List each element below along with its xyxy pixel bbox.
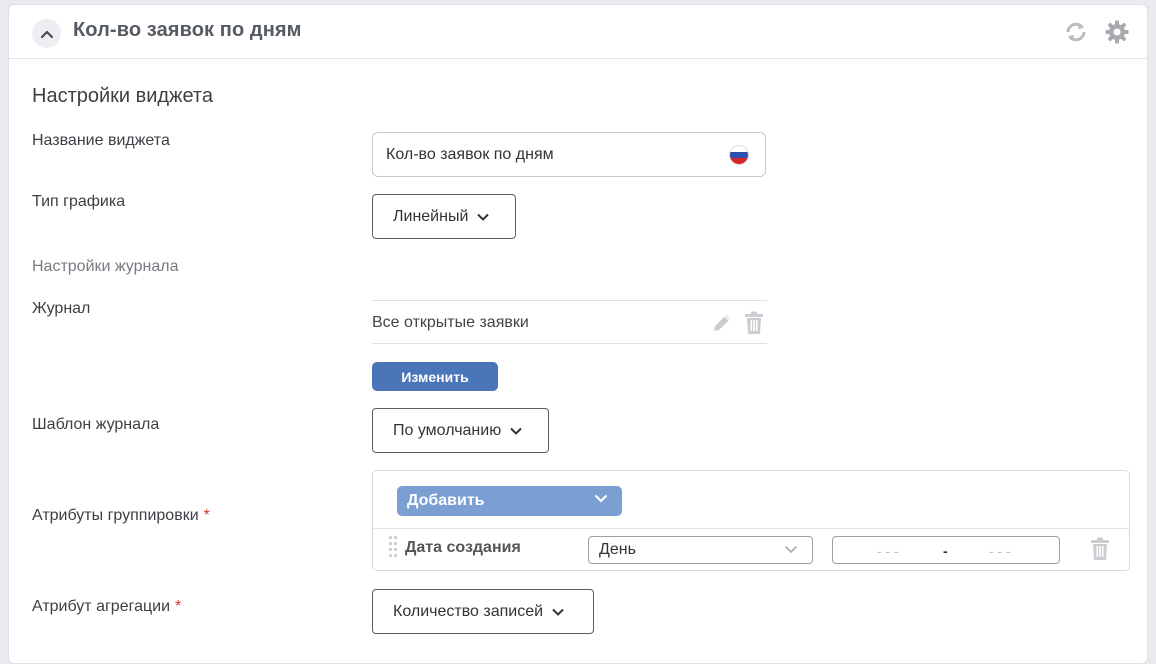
trash-icon[interactable] [1089,537,1111,561]
edit-icon[interactable] [710,311,734,335]
journal-template-select[interactable]: По умолчанию [372,408,549,453]
grouping-attributes-label: Атрибуты группировки * [32,507,210,525]
add-button-label: Добавить [407,492,485,509]
section-title: Настройки виджета [32,85,213,107]
required-mark: * [175,598,182,615]
aggregation-attribute-label: Атрибут агрегации * [32,598,181,616]
aggregation-value: Количество записей [393,602,544,620]
chart-type-label: Тип графика [32,193,126,210]
chevron-down-icon [477,213,490,221]
grouping-row: Дата создания День - - - - - - - [373,528,1129,571]
journal-label: Журнал [32,300,91,317]
russian-flag-icon[interactable] [729,145,749,165]
refresh-icon[interactable] [1063,19,1089,45]
range-separator: - [943,543,948,559]
widget-name-label: Название виджета [32,132,170,149]
widget-header: Кол-во заявок по дням [9,5,1147,59]
widget-name-input[interactable]: Кол-во заявок по дням [372,132,766,177]
period-value: День [599,541,636,558]
range-from: - - - [877,543,899,559]
widget-card: Кол-во заявок по дням Настройки виджета … [8,4,1148,664]
grouping-attributes-text: Атрибуты группировки [32,507,199,524]
aggregation-attribute-text: Атрибут агрегации [32,598,171,615]
journal-row: Все открытые заявки [372,300,767,344]
grouping-attribute-name: Дата создания [405,539,521,556]
required-mark: * [203,507,210,524]
drag-handle-icon[interactable] [389,536,399,562]
range-input[interactable]: - - - - - - - [832,536,1060,564]
add-attribute-button[interactable]: Добавить [397,486,622,516]
journal-settings-label: Настройки журнала [32,258,179,275]
grouping-attributes-box: Добавить Дата создания День - - - - - - … [372,470,1130,571]
journal-template-value: По умолчанию [393,421,502,439]
journal-template-label: Шаблон журнала [32,416,160,433]
widget-title: Кол-во заявок по дням [73,19,302,41]
journal-value: Все открытые заявки [372,314,529,331]
trash-icon[interactable] [743,311,765,335]
chart-type-select[interactable]: Линейный [372,194,516,239]
chevron-down-icon [594,494,608,503]
range-to: - - - [989,543,1011,559]
collapse-button[interactable] [32,19,61,48]
gear-icon[interactable] [1104,19,1130,45]
widget-name-value: Кол-во заявок по дням [386,146,554,163]
chart-type-value: Линейный [393,207,469,225]
chevron-down-icon [784,545,798,554]
period-select[interactable]: День [588,536,813,564]
chevron-up-icon [40,29,53,38]
change-journal-button[interactable]: Изменить [372,362,498,391]
aggregation-select[interactable]: Количество записей [372,589,594,634]
chevron-down-icon [552,608,564,616]
chevron-down-icon [510,427,522,435]
